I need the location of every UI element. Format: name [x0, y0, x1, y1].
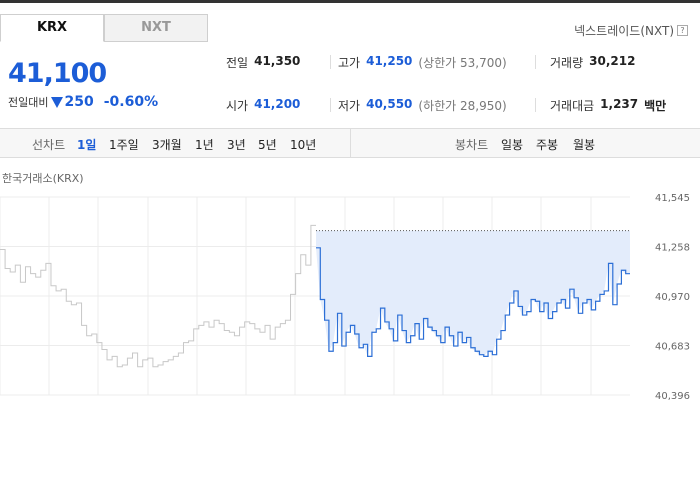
nxt-link[interactable]: 넥스트레이드(NXT) ? [574, 22, 688, 39]
stat-label: 시가 [226, 99, 249, 113]
period-1w-button[interactable]: 1주일 [109, 136, 139, 153]
y-tick-label: 41,258 [655, 243, 690, 254]
period-10y-button[interactable]: 10년 [290, 136, 316, 153]
y-tick-label: 40,396 [655, 391, 690, 402]
candle-weekly-button[interactable]: 주봉 [536, 136, 558, 153]
change-value: 250 [64, 94, 94, 110]
top-border [0, 0, 700, 3]
period-1y-button[interactable]: 1년 [195, 136, 214, 153]
stat-label: 저가 [338, 99, 361, 113]
stat-amount: 거래대금 1,237 백만 [550, 97, 666, 114]
stat-value: 1,237 [600, 97, 639, 111]
stat-unit: 백만 [644, 99, 667, 113]
divider [330, 98, 331, 112]
intraday-price-chart[interactable]: 41,545 41,258 40,970 40,683 40,396 [0, 183, 700, 403]
current-price: 41,100 [8, 58, 107, 89]
help-icon[interactable]: ? [677, 25, 688, 36]
tab-krx[interactable]: KRX [0, 14, 104, 42]
price-change: 전일대비 250 -0.60% [8, 94, 158, 110]
divider [330, 55, 331, 69]
upper-limit: (상한가 53,700) [418, 56, 507, 70]
stat-low: 저가 40,550 (하한가 28,950) [338, 97, 507, 114]
stat-high: 고가 41,250 (상한가 53,700) [338, 54, 507, 71]
stat-label: 거래량 [550, 56, 584, 70]
tab-nxt[interactable]: NXT [104, 14, 208, 42]
stat-value: 30,212 [589, 54, 636, 68]
change-percent: -0.60% [103, 94, 159, 110]
stat-value: 41,350 [254, 54, 301, 68]
period-3y-button[interactable]: 3년 [227, 136, 246, 153]
candle-chart-label[interactable]: 봉차트 [455, 136, 488, 153]
stat-volume: 거래량 30,212 [550, 54, 635, 71]
nxt-link-label[interactable]: 넥스트레이드(NXT) [574, 22, 674, 39]
candle-daily-button[interactable]: 일봉 [501, 136, 523, 153]
candle-monthly-button[interactable]: 월봉 [573, 136, 595, 153]
y-tick-label: 41,545 [655, 193, 690, 204]
y-tick-label: 40,970 [655, 292, 690, 303]
stat-prev-close: 전일 41,350 [226, 54, 300, 71]
period-3m-button[interactable]: 3개월 [152, 136, 182, 153]
below-reference-area [316, 230, 630, 357]
lower-limit: (하한가 28,950) [418, 99, 507, 113]
stat-label: 전일 [226, 56, 249, 70]
stat-value: 40,550 [366, 97, 413, 111]
divider [535, 55, 536, 69]
chart-toolbar: 선차트 1일 1주일 3개월 1년 3년 5년 10년 봉차트 일봉 주봉 월봉 [0, 128, 700, 158]
y-tick-label: 40,683 [655, 342, 690, 353]
period-5y-button[interactable]: 5년 [258, 136, 277, 153]
divider [535, 98, 536, 112]
stat-open: 시가 41,200 [226, 97, 300, 114]
period-1d-button[interactable]: 1일 [77, 136, 96, 153]
stat-value: 41,200 [254, 97, 301, 111]
change-label: 전일대비 [8, 96, 49, 109]
stat-label: 거래대금 [550, 99, 595, 113]
stat-label: 고가 [338, 56, 361, 70]
down-arrow-icon [51, 96, 64, 108]
line-chart-label[interactable]: 선차트 [32, 136, 65, 153]
stat-value: 41,250 [366, 54, 413, 68]
toolbar-divider [350, 129, 351, 157]
